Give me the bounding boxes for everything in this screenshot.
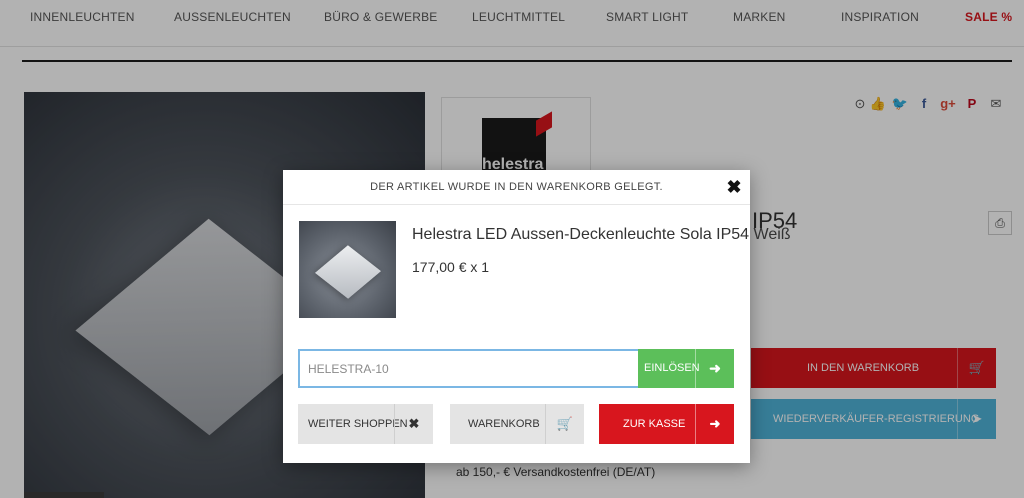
continue-shopping-button[interactable]: WEITER SHOPPEN ✖: [298, 404, 433, 444]
product-price: 177,00 € x 1: [412, 259, 490, 275]
continue-shopping-label: WEITER SHOPPEN: [308, 418, 408, 430]
close-icon[interactable]: ✖: [725, 178, 743, 196]
arrow-right-icon: ➜: [695, 349, 734, 388]
view-cart-button[interactable]: WARENKORB 🛒: [450, 404, 584, 444]
modal-title: DER ARTIKEL WURDE IN DEN WARENKORB GELEG…: [370, 181, 663, 193]
redeem-coupon-button[interactable]: EINLÖSEN ➜: [638, 349, 734, 388]
checkout-label: ZUR KASSE: [623, 418, 686, 430]
product-thumbnail: [299, 221, 396, 318]
cart-icon: 🛒: [545, 404, 584, 444]
added-to-cart-modal: DER ARTIKEL WURDE IN DEN WARENKORB GELEG…: [283, 170, 791, 463]
checkout-button[interactable]: ZUR KASSE ➜: [599, 404, 734, 444]
redeem-coupon-label: EINLÖSEN: [644, 362, 700, 374]
view-cart-label: WARENKORB: [468, 418, 540, 430]
product-name[interactable]: Helestra LED Aussen-Deckenleuchte Sola I…: [412, 226, 791, 244]
close-icon: ✖: [394, 404, 433, 444]
coupon-input[interactable]: [298, 349, 638, 388]
arrow-right-icon: ➜: [695, 404, 734, 444]
lamp-thumbnail-image: [315, 245, 381, 299]
modal-header: DER ARTIKEL WURDE IN DEN WARENKORB GELEG…: [283, 170, 750, 205]
